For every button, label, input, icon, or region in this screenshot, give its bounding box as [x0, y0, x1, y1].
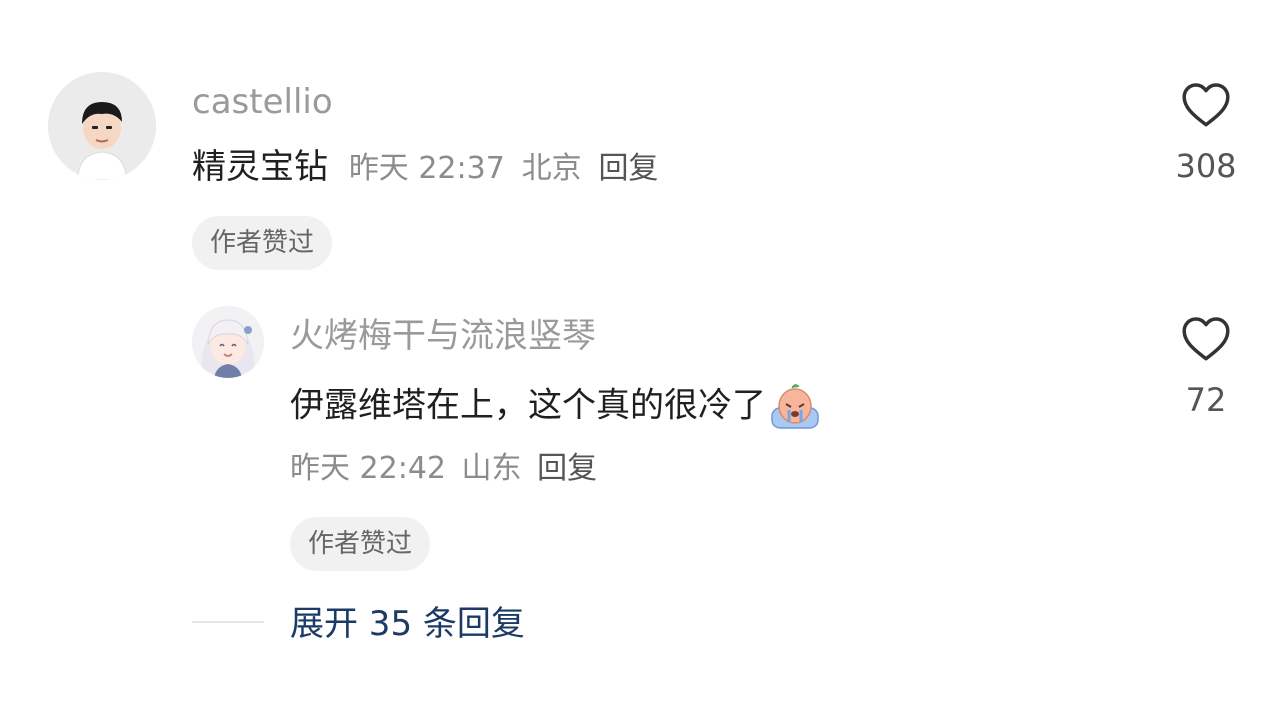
reply-avatar[interactable] [192, 306, 264, 378]
comment-username[interactable]: castellio [192, 82, 333, 122]
author-liked-badge: 作者赞过 [192, 216, 333, 270]
divider [192, 621, 264, 623]
reply-meta-row: 昨天 22:42 山东 回复 [290, 449, 597, 489]
reply-author-liked-badge: 作者赞过 [290, 517, 431, 571]
heart-icon [1182, 83, 1230, 127]
anime-girl-avatar-icon [192, 306, 264, 378]
reply-like-count: 72 [1185, 381, 1227, 419]
reply-username[interactable]: 火烤梅干与流浪竖琴 [290, 316, 596, 356]
heart-icon [1182, 317, 1230, 361]
comment-thread: castellio 精灵宝钻 昨天 22:37 北京 回复 作者赞过 308 火… [0, 0, 1284, 719]
boy-avatar-icon [48, 72, 156, 180]
crying-emoji-icon [771, 384, 819, 429]
like-button[interactable]: 308 [1161, 80, 1251, 186]
comment-row: 精灵宝钻 昨天 22:37 北京 回复 [192, 147, 658, 189]
reply-reply-button[interactable]: 回复 [537, 451, 597, 486]
reply-time: 昨天 22:42 [290, 451, 446, 486]
comment-time: 昨天 22:37 [348, 151, 505, 186]
reply-button[interactable]: 回复 [598, 151, 658, 186]
comment-text: 精灵宝钻 [192, 147, 328, 187]
reply-text: 伊露维塔在上，这个真的很冷了 [290, 385, 766, 426]
reply-text-row: 伊露维塔在上，这个真的很冷了 [290, 380, 822, 434]
reply-location: 山东 [461, 451, 522, 486]
like-count: 308 [1175, 147, 1237, 185]
reply-like-button[interactable]: 72 [1161, 314, 1251, 420]
avatar[interactable] [48, 72, 156, 180]
expand-replies-button[interactable]: 展开 35 条回复 [290, 604, 525, 644]
comment-location: 北京 [521, 151, 582, 186]
